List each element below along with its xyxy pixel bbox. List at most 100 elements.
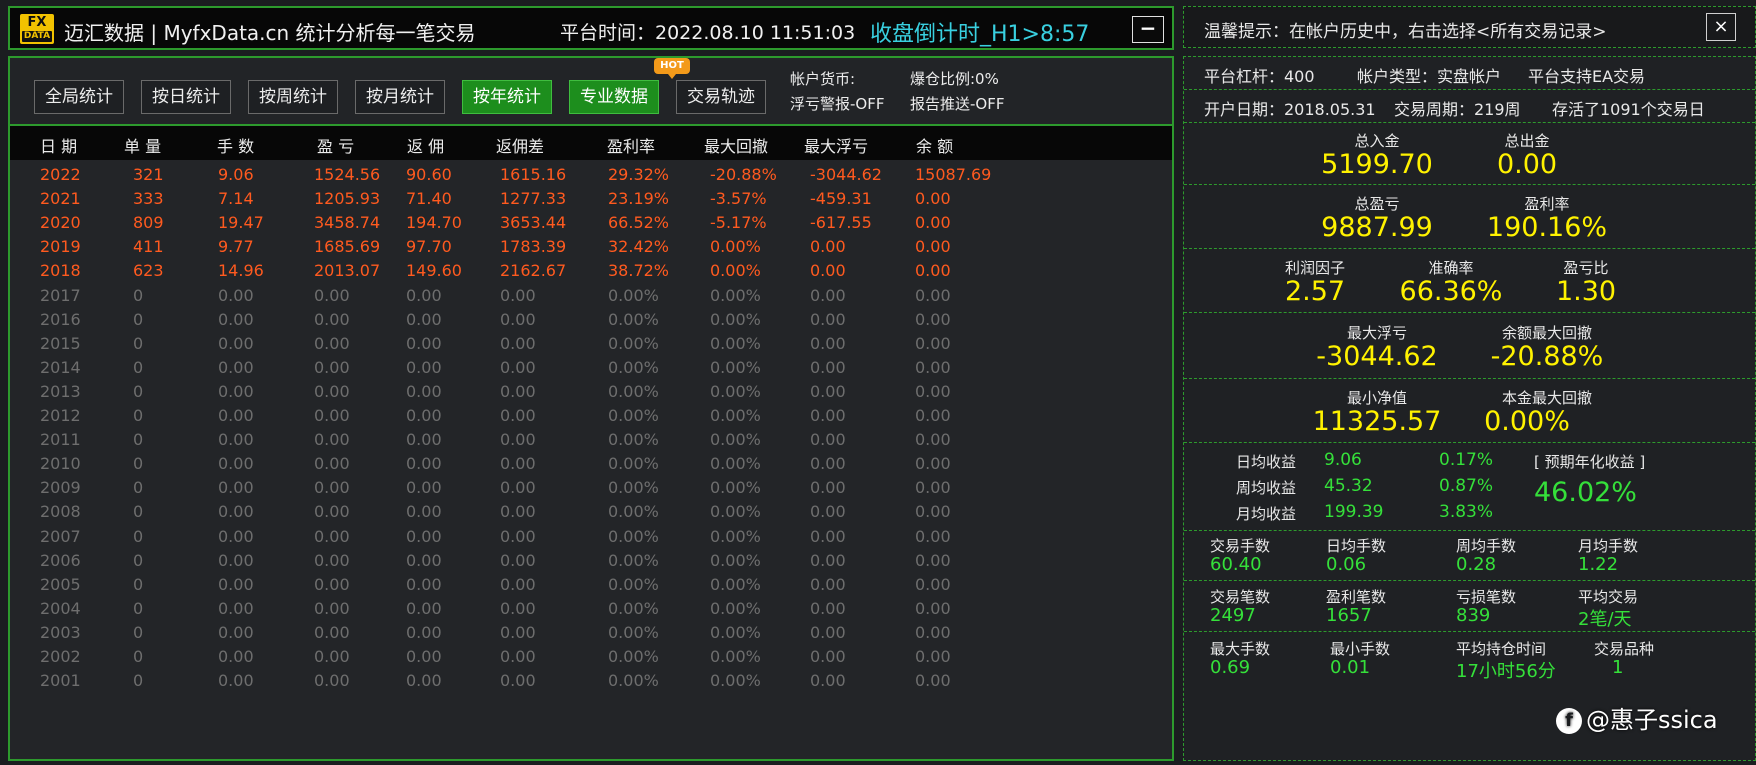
- cell-max-drawdown: 0.00%: [710, 309, 761, 329]
- cell-max-float-loss: 0.00: [810, 502, 846, 522]
- cell-rebate-diff: 0.00: [500, 526, 536, 546]
- cell-balance: 0.00: [915, 333, 951, 353]
- table-row[interactable]: 2016 0 0.00 0.00 0.00 0.00 0.00% 0.00% 0.00 0.00: [10, 307, 1172, 334]
- global-stats-button[interactable]: 全局统计: [34, 80, 124, 114]
- table-row[interactable]: 2014 0 0.00 0.00 0.00 0.00 0.00% 0.00% 0.00 0.00: [10, 355, 1172, 382]
- cell-lots: 0.00: [218, 622, 254, 642]
- daily-lots-value: 0.06: [1326, 554, 1367, 575]
- profit-factor-label: 利润因子: [1284, 259, 1345, 277]
- symbols-label: 交易品种: [1594, 640, 1655, 658]
- cell-orders: 411: [133, 237, 164, 257]
- cell-max-float-loss: 0.00: [810, 478, 846, 498]
- table-row[interactable]: 2001 0 0.00 0.00 0.00 0.00 0.00% 0.00% 0.00 0.00: [10, 668, 1172, 695]
- table-row[interactable]: 2003 0 0.00 0.00 0.00 0.00 0.00% 0.00% 0.00 0.00: [10, 620, 1172, 647]
- cell-rebate: 0.00: [406, 406, 442, 425]
- col-pl: 盈 亏: [317, 137, 355, 156]
- winning-trades-value: 1657: [1326, 605, 1372, 626]
- total-pl-label: 总盈亏: [1354, 195, 1400, 213]
- cell-rebate-diff: 0.00: [500, 574, 536, 594]
- cell-rebate: 194.70: [406, 213, 462, 233]
- table-row[interactable]: 2006 0 0.00 0.00 0.00 0.00 0.00% 0.00% 0.00 0.00: [10, 548, 1172, 575]
- cell-profit-rate: 0.00%: [608, 550, 659, 570]
- cell-rebate-diff: 0.00: [500, 622, 536, 642]
- table-row[interactable]: 2002 0 0.00 0.00 0.00 0.00 0.00% 0.00% 0.00 0.00: [10, 644, 1172, 671]
- table-row[interactable]: 2019 411 9.77 1685.69 97.70 1783.39 32.42% 0.00…: [10, 234, 1172, 261]
- table-row[interactable]: 2017 0 0.00 0.00 0.00 0.00 0.00% 0.00% 0.00 0.00: [10, 283, 1172, 310]
- tip-text: 温馨提示：在帐户历史中，右击选择<所有交易记录>: [1204, 22, 1607, 42]
- cell-lots: 0.00: [218, 502, 254, 522]
- table-row[interactable]: 2015 0 0.00 0.00 0.00 0.00 0.00% 0.00% 0.00 0.00: [10, 331, 1172, 358]
- cell-max-drawdown: 0.00%: [710, 598, 761, 618]
- cell-orders: 0: [133, 333, 144, 353]
- cell-date: 2022: [40, 165, 81, 184]
- lots-value: 60.40: [1210, 554, 1262, 575]
- monthly-stats-button[interactable]: 按月统计: [355, 80, 445, 114]
- app-title: 迈汇数据 | MyfxData.cn 统计分析每一笔交易: [64, 21, 476, 45]
- table-row[interactable]: 2007 0 0.00 0.00 0.00 0.00 0.00% 0.00% 0.00 0.00: [10, 524, 1172, 551]
- cell-rebate: 149.60: [406, 261, 462, 281]
- cell-max-drawdown: 0.00%: [710, 237, 761, 257]
- cell-rebate: 0.00: [406, 285, 442, 305]
- cell-balance: 0.00: [915, 309, 951, 329]
- cell-rebate-diff: 0.00: [500, 478, 536, 498]
- weekly-return-label: 周均收益: [1236, 479, 1297, 497]
- minimize-button[interactable]: −: [1132, 16, 1164, 43]
- min-lots-value: 0.01: [1330, 657, 1371, 678]
- drawdown-row: 最大浮亏 -3044.62 余额最大回撤 -20.88%: [1184, 313, 1755, 379]
- cell-lots: 0.00: [218, 526, 254, 546]
- cell-rebate-diff: 0.00: [500, 430, 536, 450]
- cell-orders: 0: [133, 502, 144, 522]
- close-button[interactable]: ×: [1706, 13, 1736, 41]
- losing-trades-label: 亏损笔数: [1456, 588, 1517, 606]
- monthly-lots-value: 1.22: [1578, 554, 1619, 575]
- cell-pl: 0.00: [314, 381, 350, 401]
- yearly-stats-button[interactable]: 按年统计: [462, 80, 552, 114]
- cell-date: 2018: [40, 261, 81, 281]
- cell-max-float-loss: 0.00: [810, 647, 846, 666]
- cell-lots: 9.77: [218, 237, 254, 257]
- report-push-toggle[interactable]: 报告推送-OFF: [910, 93, 1004, 114]
- ratios-row: 利润因子 2.57 准确率 66.36% 盈亏比 1.30: [1184, 249, 1755, 313]
- cell-lots: 0.00: [218, 406, 254, 425]
- table-row[interactable]: 2012 0 0.00 0.00 0.00 0.00 0.00% 0.00% 0.00 0.00: [10, 403, 1172, 430]
- cell-max-drawdown: 0.00%: [710, 430, 761, 450]
- table-row[interactable]: 2013 0 0.00 0.00 0.00 0.00 0.00% 0.00% 0.00 0.00: [10, 379, 1172, 406]
- cell-balance: 0.00: [915, 285, 951, 305]
- min-equity-value: 11325.57: [1312, 406, 1442, 437]
- table-row[interactable]: 2004 0 0.00 0.00 0.00 0.00 0.00% 0.00% 0.00 0.00: [10, 596, 1172, 623]
- account-info-row-1: 平台杠杆：400 帐户类型：实盘帐户 平台支持EA交易: [1184, 57, 1755, 90]
- funds-row: 总入金 5199.70 总出金 0.00: [1184, 123, 1755, 185]
- weekly-stats-button[interactable]: 按周统计: [248, 80, 338, 114]
- table-row[interactable]: 2022 321 9.06 1524.56 90.60 1615.16 29.32% -20.…: [10, 162, 1172, 189]
- pro-data-button[interactable]: 专业数据: [569, 80, 659, 114]
- col-rebate: 返 佣: [407, 137, 445, 156]
- table-row[interactable]: 2009 0 0.00 0.00 0.00 0.00 0.00% 0.00% 0.00 0.00: [10, 475, 1172, 502]
- table-row[interactable]: 2018 623 14.96 2013.07 149.60 2162.67 38.72% 0.…: [10, 258, 1172, 285]
- cell-rebate: 0.00: [406, 526, 442, 546]
- cell-lots: 0.00: [218, 478, 254, 498]
- cell-date: 2010: [40, 454, 81, 474]
- daily-stats-button[interactable]: 按日统计: [141, 80, 231, 114]
- cell-pl: 0.00: [314, 478, 350, 498]
- cell-max-drawdown: 0.00%: [710, 454, 761, 474]
- cell-pl: 0.00: [314, 502, 350, 522]
- table-row[interactable]: 2020 809 19.47 3458.74 194.70 3653.44 66.52% -5…: [10, 210, 1172, 237]
- table-row[interactable]: 2008 0 0.00 0.00 0.00 0.00 0.00% 0.00% 0.00 0.00: [10, 499, 1172, 526]
- cell-orders: 809: [133, 213, 164, 233]
- cell-max-float-loss: 0.00: [810, 237, 846, 257]
- cell-rebate-diff: 1783.39: [500, 237, 567, 257]
- table-row[interactable]: 2010 0 0.00 0.00 0.00 0.00 0.00% 0.00% 0.00 0.00: [10, 451, 1172, 478]
- cell-pl: 0.00: [314, 285, 350, 305]
- float-loss-alert-toggle[interactable]: 浮亏警报-OFF: [790, 93, 884, 114]
- table-row[interactable]: 2011 0 0.00 0.00 0.00 0.00 0.00% 0.00% 0.00 0.00: [10, 427, 1172, 454]
- cell-max-drawdown: 0.00%: [710, 333, 761, 353]
- statistics-box: 全局统计 按日统计 按周统计 按月统计 按年统计 专业数据 HOT 交易轨迹 帐…: [8, 56, 1174, 761]
- weekly-lots-label: 周均手数: [1456, 537, 1517, 555]
- table-row[interactable]: 2005 0 0.00 0.00 0.00 0.00 0.00% 0.00% 0.00 0.00: [10, 572, 1172, 599]
- sizes-row: 最大手数 0.69 最小手数 0.01 平均持仓时间 17小时56分 交易品种 …: [1184, 632, 1755, 686]
- trade-track-button[interactable]: 交易轨迹: [676, 80, 766, 114]
- cell-profit-rate: 66.52%: [608, 213, 670, 233]
- cell-max-float-loss: 0.00: [810, 406, 846, 425]
- deposit-label: 总入金: [1354, 132, 1400, 150]
- table-row[interactable]: 2021 333 7.14 1205.93 71.40 1277.33 23.19% -3.5…: [10, 186, 1172, 213]
